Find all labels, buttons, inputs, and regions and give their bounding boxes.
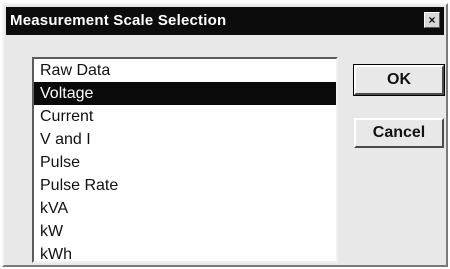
list-item[interactable]: Pulse Rate [34,174,336,197]
list-item[interactable]: kWh [34,243,336,261]
title-bar[interactable]: Measurement Scale Selection × [6,7,444,35]
list-item[interactable]: Voltage [34,82,336,105]
measurement-scale-dialog: Measurement Scale Selection × Raw Data Vo… [2,3,448,267]
list-item[interactable]: Pulse [34,151,336,174]
list-item[interactable]: kVA [34,197,336,220]
close-icon[interactable]: × [424,12,440,28]
scale-listbox[interactable]: Raw Data Voltage Current V and I Pulse Pulse … [32,57,338,263]
list-item[interactable]: Current [34,105,336,128]
ok-button[interactable]: OK [353,64,445,96]
list-item[interactable]: kW [34,220,336,243]
list-item[interactable]: V and I [34,128,336,151]
list-item[interactable]: Raw Data [34,59,336,82]
cancel-button[interactable]: Cancel [354,118,444,148]
dialog-title: Measurement Scale Selection [10,12,227,29]
